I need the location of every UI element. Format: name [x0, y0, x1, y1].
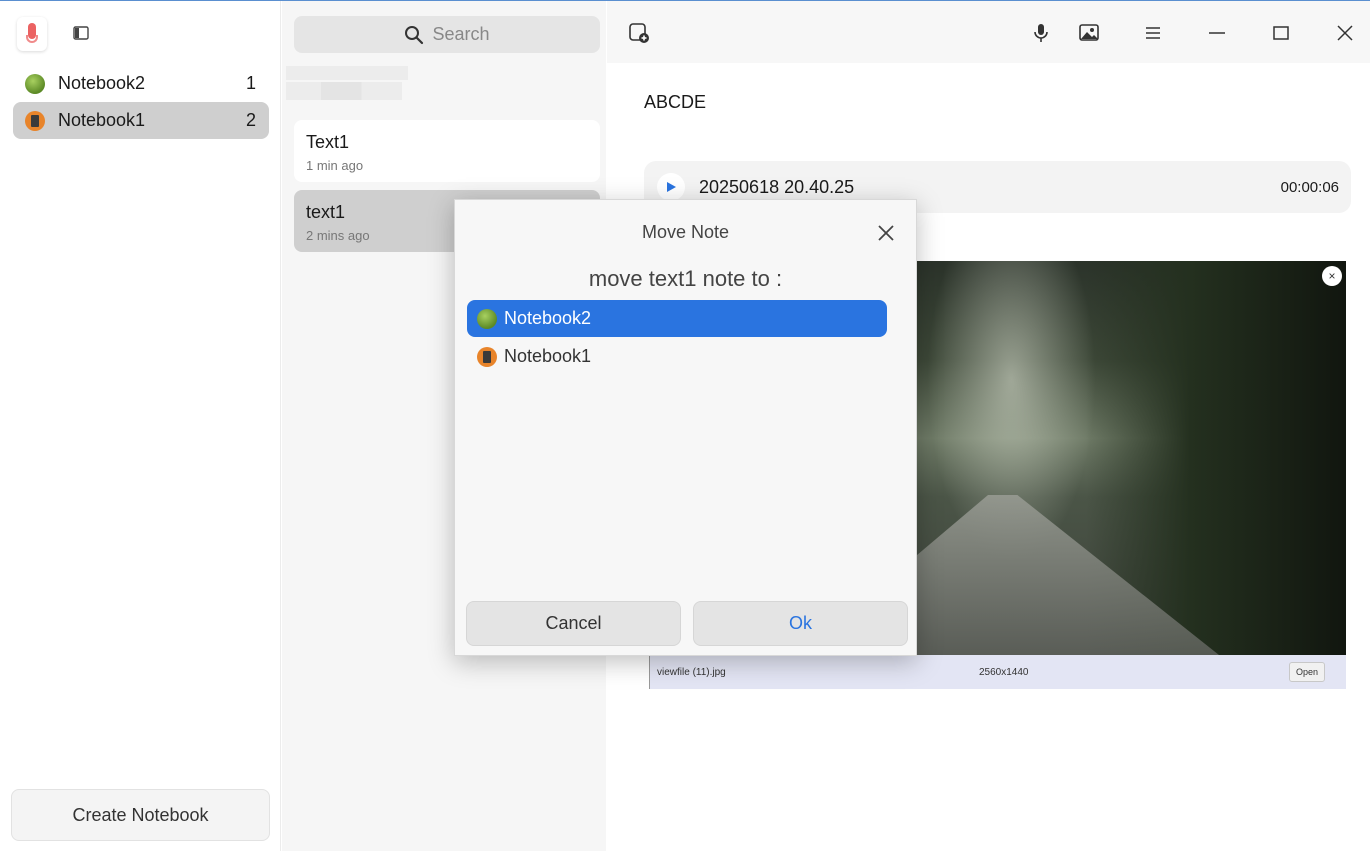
- ok-button[interactable]: Ok: [693, 601, 908, 646]
- search-placeholder: Search: [432, 24, 490, 44]
- orange-notebook-icon: [477, 346, 497, 367]
- sidebar-toggle-icon[interactable]: [70, 22, 92, 44]
- create-notebook-button[interactable]: Create Notebook: [11, 789, 270, 841]
- orange-notebook-icon: [25, 110, 45, 131]
- cancel-button[interactable]: Cancel: [466, 601, 681, 646]
- green-globe-icon: [25, 73, 45, 94]
- notebook-sidebar: Notebook2 1 Notebook1 2 Create Notebook: [0, 1, 281, 851]
- editor-text[interactable]: ABCDE: [644, 92, 706, 113]
- microphone-icon[interactable]: [1026, 18, 1056, 48]
- play-icon[interactable]: [657, 173, 685, 201]
- note-timestamp: 1 min ago: [306, 158, 364, 173]
- close-icon[interactable]: [875, 222, 897, 244]
- move-note-dialog: Move Note move text1 note to : Notebook2…: [454, 199, 917, 656]
- option-label: Notebook2: [504, 308, 592, 328]
- note-title: Text1: [306, 132, 350, 152]
- remove-image-button[interactable]: ×: [1322, 266, 1342, 286]
- recording-name: 20250618 20.40.25: [699, 176, 855, 197]
- notebook-count: 2: [245, 110, 256, 130]
- editor-toolbar: [607, 1, 1370, 63]
- blurred-text: [286, 66, 408, 80]
- sidebar-item-notebook2[interactable]: Notebook2 1: [13, 65, 269, 102]
- dialog-option-notebook1[interactable]: Notebook1: [467, 338, 887, 375]
- blurred-text: [286, 82, 402, 100]
- recording-duration: 00:00:06: [1280, 178, 1339, 196]
- dialog-title: Move Note: [641, 222, 730, 242]
- sidebar-item-notebook1[interactable]: Notebook1 2: [13, 102, 269, 139]
- maximize-icon[interactable]: [1266, 18, 1296, 48]
- search-icon: [405, 25, 424, 44]
- note-list-item[interactable]: Text1 1 min ago: [294, 120, 600, 182]
- notebook-label: Notebook1: [58, 110, 146, 130]
- search-input[interactable]: Search: [294, 16, 600, 53]
- image-dimensions: 2560x1440: [979, 666, 1029, 678]
- open-image-button[interactable]: Open: [1289, 662, 1326, 682]
- green-globe-icon: [477, 308, 497, 329]
- menu-icon[interactable]: [1138, 18, 1168, 48]
- image-icon[interactable]: [1074, 18, 1104, 48]
- image-info-bar: viewfile (11).jpg 2560x1440 Open: [649, 655, 1346, 689]
- new-note-icon[interactable]: [624, 18, 654, 48]
- image-filename: viewfile (11).jpg: [657, 666, 726, 678]
- dialog-option-notebook2[interactable]: Notebook2: [467, 300, 887, 337]
- close-window-icon[interactable]: [1330, 18, 1360, 48]
- dialog-message: move text1 note to :: [588, 266, 783, 291]
- notebook-count: 1: [245, 73, 256, 93]
- minimize-icon[interactable]: [1202, 18, 1232, 48]
- option-label: Notebook1: [504, 346, 592, 366]
- app-logo-icon: [17, 17, 47, 51]
- notebook-label: Notebook2: [58, 73, 146, 93]
